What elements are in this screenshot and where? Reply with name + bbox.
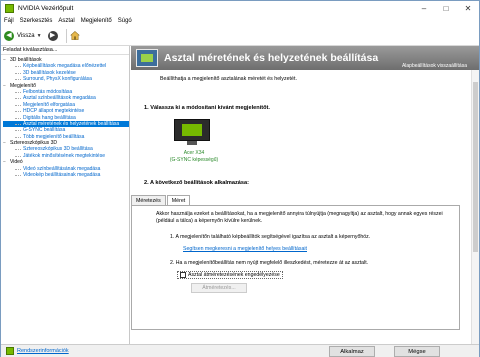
task-tree: 3D beállításokKépbeállítások megadása el…	[3, 57, 129, 178]
system-info-link[interactable]: Rendszerinformációk	[6, 347, 69, 355]
window-title: NVIDIA Vezérlőpult	[18, 4, 74, 12]
status-bar: Rendszerinformációk Alkalmaz Mégse	[1, 344, 479, 357]
page-content: Beállíthatja a megjelenítő asztalának mé…	[131, 70, 471, 344]
nvidia-app-icon	[5, 3, 14, 13]
maximize-icon[interactable]: □	[435, 1, 457, 15]
menu-help[interactable]: Súgó	[118, 18, 132, 24]
checkbox-box[interactable]	[180, 272, 186, 278]
home-icon	[69, 31, 80, 40]
system-info-label: Rendszerinformációk	[17, 348, 69, 354]
main-panel: Asztal méretének és helyzetének beállítá…	[131, 46, 479, 344]
desktop-size-icon	[136, 49, 158, 67]
toolbar: ◀ Vissza ▼ ▶	[1, 26, 479, 46]
task-panel-header: Feladat kiválasztása...	[1, 46, 129, 55]
close-icon[interactable]: ✕	[457, 1, 479, 15]
task-panel: Feladat kiválasztása... 3D beállításokKé…	[1, 46, 130, 344]
section-select-display: 1. Válassza ki a módosítani kívánt megje…	[144, 105, 270, 111]
monitor-stand	[187, 141, 197, 145]
scrollbar-thumb[interactable]	[473, 82, 478, 252]
page-banner: Asztal méretének és helyzetének beállítá…	[131, 46, 479, 70]
vertical-scrollbar[interactable]	[471, 70, 479, 344]
monitor-screen	[174, 119, 210, 141]
enable-resize-label: Asztal átméretezésének engedélyezése	[188, 272, 280, 278]
menu-file[interactable]: Fájl	[4, 18, 14, 24]
display-settings-help-link[interactable]: Segítsen megkeresni a megjelenítő helyes…	[183, 246, 307, 252]
display-monitor-icon[interactable]	[174, 119, 210, 147]
back-arrow-icon: ◀	[4, 30, 14, 41]
cancel-button[interactable]: Mégse	[394, 346, 440, 357]
tab-scaling[interactable]: Méretezés	[131, 195, 166, 205]
title-bar: NVIDIA Vezérlőpult – □ ✕	[1, 1, 479, 15]
resize-button[interactable]: Átméretezés...	[191, 283, 247, 293]
menu-desktop[interactable]: Asztal	[58, 18, 74, 24]
back-label: Vissza	[17, 32, 35, 39]
forward-button[interactable]: ▶	[47, 30, 58, 41]
overscan-notice: Akkor használja ezeket a beállításokat, …	[156, 211, 443, 224]
enable-resize-checkbox[interactable]: Asztal átméretezésének engedélyezése	[177, 271, 283, 279]
chevron-down-icon[interactable]: ▼	[37, 33, 42, 39]
settings-tabs: Méretezés Méret	[131, 195, 191, 206]
home-button[interactable]	[65, 28, 80, 43]
display-name: Acer X34	[183, 150, 205, 156]
nvidia-control-panel-window: NVIDIA Vezérlőpult – □ ✕ Fájl Szerkeszté…	[0, 0, 480, 357]
step-one-text: 1. A megjelenítőn található képbeállítók…	[170, 234, 371, 240]
minimize-icon[interactable]: –	[413, 1, 435, 15]
page-title: Asztal méretének és helyzetének beállítá…	[164, 52, 379, 64]
menu-edit[interactable]: Szerkesztés	[20, 18, 53, 24]
system-info-icon	[6, 347, 14, 355]
page-description: Beállíthatja a megjelenítő asztalának mé…	[160, 76, 297, 82]
apply-button[interactable]: Alkalmaz	[329, 346, 375, 357]
back-button[interactable]: ◀ Vissza ▼	[4, 30, 42, 41]
menu-display[interactable]: Megjelenítő	[81, 18, 112, 24]
display-gsync-label: (G-SYNC képességű)	[169, 157, 219, 163]
section-apply-settings: 2. A következő beállítások alkalmazása:	[144, 180, 249, 186]
tree-item[interactable]: Videokép beállításainak megadása	[3, 172, 129, 178]
menu-bar: Fájl Szerkesztés Asztal Megjelenítő Súgó	[1, 15, 479, 26]
forward-arrow-icon: ▶	[47, 30, 58, 41]
step-two-text: 2. Ha a megjelenítőbeállítás nem nyújt m…	[170, 260, 369, 266]
restore-defaults-link[interactable]: Alapbeállítások visszaállítása	[402, 63, 467, 69]
